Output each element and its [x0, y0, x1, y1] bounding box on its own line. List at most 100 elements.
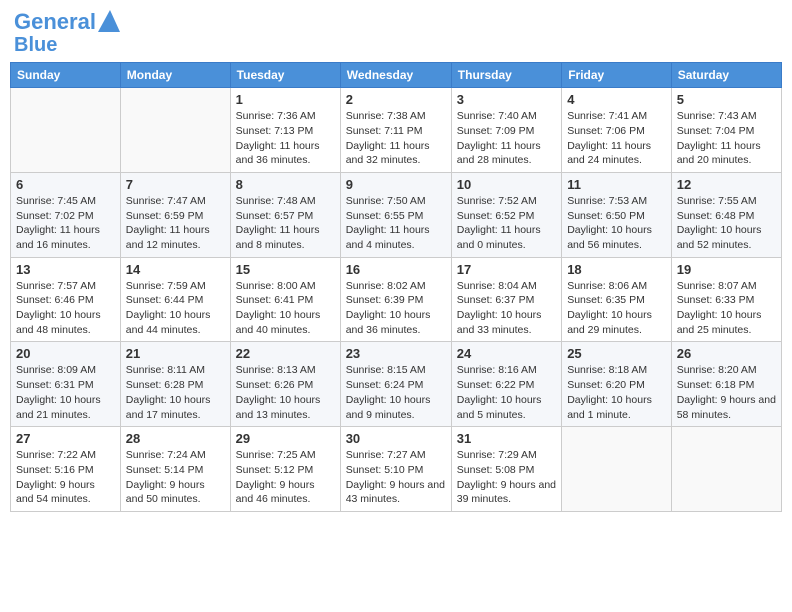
calendar-cell: 23Sunrise: 8:15 AMSunset: 6:24 PMDayligh…	[340, 342, 451, 427]
calendar-cell: 11Sunrise: 7:53 AMSunset: 6:50 PMDayligh…	[562, 172, 672, 257]
calendar-cell: 9 Sunrise: 7:50 AMSunset: 6:55 PMDaylight…	[340, 172, 451, 257]
calendar-cell: 19 Sunrise: 8:07 AMSunset: 6:33 PMDayligh…	[671, 257, 781, 342]
calendar-cell: 6 Sunrise: 7:45 AMSunset: 7:02 PMDaylight…	[11, 172, 121, 257]
day-info: Sunrise: 8:09 AMSunset: 6:31 PMDaylight:…	[16, 363, 115, 422]
day-info: Sunrise: 7:22 AMSunset: 5:16 PMDaylight:…	[16, 448, 115, 507]
calendar-week-4: 20 Sunrise: 8:09 AMSunset: 6:31 PMDayligh…	[11, 342, 782, 427]
calendar-week-2: 6 Sunrise: 7:45 AMSunset: 7:02 PMDaylight…	[11, 172, 782, 257]
weekday-header-wednesday: Wednesday	[340, 63, 451, 88]
day-number: 16	[346, 262, 446, 277]
page-header: General Blue	[10, 10, 782, 56]
logo: General Blue	[14, 10, 120, 56]
day-number: 22	[236, 346, 335, 361]
day-number: 27	[16, 431, 115, 446]
calendar-table: SundayMondayTuesdayWednesdayThursdayFrid…	[10, 62, 782, 512]
logo-text: General	[14, 10, 96, 34]
day-number: 8	[236, 177, 335, 192]
day-number: 13	[16, 262, 115, 277]
day-info: Sunrise: 7:48 AMSunset: 6:57 PMDaylight:…	[236, 194, 335, 253]
day-info: Sunrise: 8:06 AMSunset: 6:35 PMDaylight:…	[567, 279, 666, 338]
calendar-cell: 2Sunrise: 7:38 AMSunset: 7:11 PMDaylight…	[340, 88, 451, 173]
calendar-cell: 8 Sunrise: 7:48 AMSunset: 6:57 PMDaylight…	[230, 172, 340, 257]
day-info: Sunrise: 7:43 AMSunset: 7:04 PMDaylight:…	[677, 109, 776, 168]
calendar-week-3: 13 Sunrise: 7:57 AMSunset: 6:46 PMDayligh…	[11, 257, 782, 342]
day-info: Sunrise: 8:02 AMSunset: 6:39 PMDaylight:…	[346, 279, 446, 338]
calendar-cell: 26 Sunrise: 8:20 AMSunset: 6:18 PMDayligh…	[671, 342, 781, 427]
weekday-header-tuesday: Tuesday	[230, 63, 340, 88]
calendar-cell: 13 Sunrise: 7:57 AMSunset: 6:46 PMDayligh…	[11, 257, 121, 342]
calendar-cell: 12Sunrise: 7:55 AMSunset: 6:48 PMDayligh…	[671, 172, 781, 257]
weekday-header-monday: Monday	[120, 63, 230, 88]
day-number: 28	[126, 431, 225, 446]
day-info: Sunrise: 8:15 AMSunset: 6:24 PMDaylight:…	[346, 363, 446, 422]
calendar-week-5: 27 Sunrise: 7:22 AMSunset: 5:16 PMDayligh…	[11, 427, 782, 512]
calendar-cell: 5 Sunrise: 7:43 AMSunset: 7:04 PMDaylight…	[671, 88, 781, 173]
day-info: Sunrise: 7:40 AMSunset: 7:09 PMDaylight:…	[457, 109, 556, 168]
day-number: 26	[677, 346, 776, 361]
day-info: Sunrise: 7:27 AMSunset: 5:10 PMDaylight:…	[346, 448, 446, 507]
day-info: Sunrise: 7:24 AMSunset: 5:14 PMDaylight:…	[126, 448, 225, 507]
day-number: 9	[346, 177, 446, 192]
calendar-cell: 16 Sunrise: 8:02 AMSunset: 6:39 PMDayligh…	[340, 257, 451, 342]
day-info: Sunrise: 7:57 AMSunset: 6:46 PMDaylight:…	[16, 279, 115, 338]
calendar-cell: 1 Sunrise: 7:36 AMSunset: 7:13 PMDaylight…	[230, 88, 340, 173]
day-number: 30	[346, 431, 446, 446]
calendar-cell: 24Sunrise: 8:16 AMSunset: 6:22 PMDayligh…	[451, 342, 561, 427]
day-info: Sunrise: 7:25 AMSunset: 5:12 PMDaylight:…	[236, 448, 335, 507]
calendar-cell: 14 Sunrise: 7:59 AMSunset: 6:44 PMDayligh…	[120, 257, 230, 342]
calendar-cell: 3 Sunrise: 7:40 AMSunset: 7:09 PMDaylight…	[451, 88, 561, 173]
day-info: Sunrise: 8:18 AMSunset: 6:20 PMDaylight:…	[567, 363, 666, 422]
day-info: Sunrise: 7:50 AMSunset: 6:55 PMDaylight:…	[346, 194, 446, 253]
day-info: Sunrise: 7:47 AMSunset: 6:59 PMDaylight:…	[126, 194, 225, 253]
calendar-cell: 7Sunrise: 7:47 AMSunset: 6:59 PMDaylight…	[120, 172, 230, 257]
calendar-week-1: 1 Sunrise: 7:36 AMSunset: 7:13 PMDaylight…	[11, 88, 782, 173]
weekday-header-thursday: Thursday	[451, 63, 561, 88]
calendar-cell: 18Sunrise: 8:06 AMSunset: 6:35 PMDayligh…	[562, 257, 672, 342]
day-info: Sunrise: 8:20 AMSunset: 6:18 PMDaylight:…	[677, 363, 776, 422]
day-number: 4	[567, 92, 666, 107]
calendar-cell: 25 Sunrise: 8:18 AMSunset: 6:20 PMDayligh…	[562, 342, 672, 427]
day-number: 21	[126, 346, 225, 361]
day-info: Sunrise: 8:07 AMSunset: 6:33 PMDaylight:…	[677, 279, 776, 338]
calendar-cell: 30 Sunrise: 7:27 AMSunset: 5:10 PMDayligh…	[340, 427, 451, 512]
day-info: Sunrise: 7:41 AMSunset: 7:06 PMDaylight:…	[567, 109, 666, 168]
logo-blue-text: Blue	[14, 34, 57, 56]
day-number: 6	[16, 177, 115, 192]
day-info: Sunrise: 8:13 AMSunset: 6:26 PMDaylight:…	[236, 363, 335, 422]
calendar-cell: 31Sunrise: 7:29 AMSunset: 5:08 PMDayligh…	[451, 427, 561, 512]
day-number: 12	[677, 177, 776, 192]
day-number: 20	[16, 346, 115, 361]
day-info: Sunrise: 8:11 AMSunset: 6:28 PMDaylight:…	[126, 363, 225, 422]
day-number: 31	[457, 431, 556, 446]
weekday-header-row: SundayMondayTuesdayWednesdayThursdayFrid…	[11, 63, 782, 88]
day-number: 2	[346, 92, 446, 107]
day-number: 3	[457, 92, 556, 107]
day-info: Sunrise: 7:45 AMSunset: 7:02 PMDaylight:…	[16, 194, 115, 253]
calendar-cell: 4 Sunrise: 7:41 AMSunset: 7:06 PMDaylight…	[562, 88, 672, 173]
calendar-cell	[11, 88, 121, 173]
calendar-cell: 20 Sunrise: 8:09 AMSunset: 6:31 PMDayligh…	[11, 342, 121, 427]
day-number: 1	[236, 92, 335, 107]
day-number: 19	[677, 262, 776, 277]
day-number: 17	[457, 262, 556, 277]
weekday-header-saturday: Saturday	[671, 63, 781, 88]
day-number: 15	[236, 262, 335, 277]
day-number: 29	[236, 431, 335, 446]
day-info: Sunrise: 8:16 AMSunset: 6:22 PMDaylight:…	[457, 363, 556, 422]
day-info: Sunrise: 7:59 AMSunset: 6:44 PMDaylight:…	[126, 279, 225, 338]
day-number: 14	[126, 262, 225, 277]
day-info: Sunrise: 7:52 AMSunset: 6:52 PMDaylight:…	[457, 194, 556, 253]
day-number: 10	[457, 177, 556, 192]
day-info: Sunrise: 7:36 AMSunset: 7:13 PMDaylight:…	[236, 109, 335, 168]
calendar-cell: 29 Sunrise: 7:25 AMSunset: 5:12 PMDayligh…	[230, 427, 340, 512]
calendar-cell	[562, 427, 672, 512]
day-number: 25	[567, 346, 666, 361]
calendar-cell: 21 Sunrise: 8:11 AMSunset: 6:28 PMDayligh…	[120, 342, 230, 427]
day-info: Sunrise: 8:00 AMSunset: 6:41 PMDaylight:…	[236, 279, 335, 338]
calendar-cell	[120, 88, 230, 173]
day-number: 5	[677, 92, 776, 107]
calendar-cell: 10 Sunrise: 7:52 AMSunset: 6:52 PMDayligh…	[451, 172, 561, 257]
day-info: Sunrise: 8:04 AMSunset: 6:37 PMDaylight:…	[457, 279, 556, 338]
calendar-cell: 28 Sunrise: 7:24 AMSunset: 5:14 PMDayligh…	[120, 427, 230, 512]
calendar-cell: 15 Sunrise: 8:00 AMSunset: 6:41 PMDayligh…	[230, 257, 340, 342]
